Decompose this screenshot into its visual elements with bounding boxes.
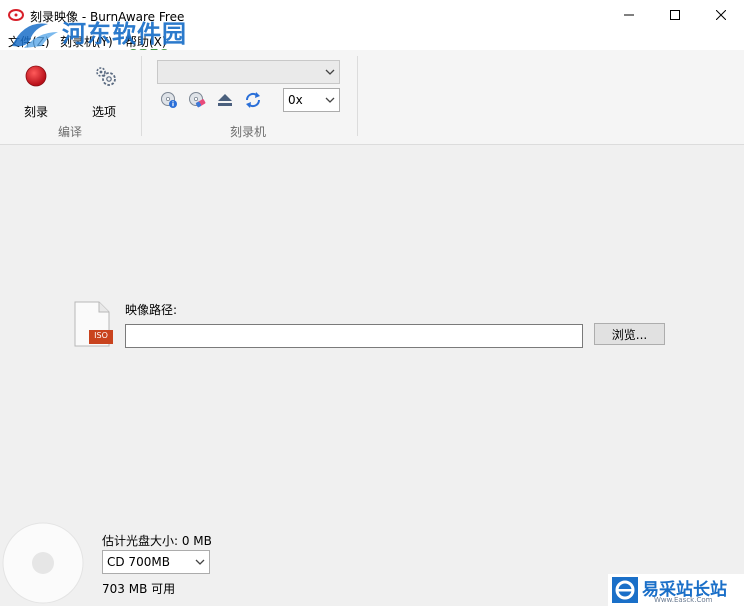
speed-select-value: 0x (288, 93, 303, 107)
minimize-icon (624, 14, 634, 16)
watermark-e-icon (612, 577, 638, 603)
chevron-down-icon (195, 559, 205, 565)
ribbon-separator (357, 56, 358, 136)
options-label: 选项 (92, 105, 117, 119)
browse-button[interactable]: 浏览... (594, 323, 665, 345)
minimize-button[interactable] (606, 0, 652, 30)
burn-button[interactable]: 刻录 (18, 60, 54, 119)
disc-type-select[interactable]: CD 700MB (102, 550, 210, 574)
options-button[interactable]: 选项 (88, 60, 124, 119)
erase-disc-icon[interactable] (188, 91, 206, 109)
close-button[interactable] (698, 0, 744, 30)
chevron-down-icon (325, 97, 335, 103)
watermark-logo-icon (12, 23, 58, 48)
iso-badge: ISO (94, 331, 108, 340)
drive-select[interactable] (157, 60, 340, 84)
close-icon (716, 10, 726, 20)
edit-group-label: 编译 (58, 125, 83, 139)
image-path-input[interactable] (125, 324, 583, 348)
ribbon-separator (141, 56, 142, 136)
image-path-label: 映像路径: (125, 303, 178, 317)
available-space-label: 703 MB 可用 (102, 582, 176, 596)
refresh-icon[interactable] (244, 91, 262, 109)
iso-file-icon (74, 301, 113, 347)
disc-type-value: CD 700MB (107, 555, 170, 569)
watermark-top-title: 河东软件园 (62, 20, 187, 48)
maximize-button[interactable] (652, 0, 698, 30)
speed-select[interactable]: 0x (283, 88, 340, 112)
gear-icon (96, 67, 116, 86)
disc-icon (2, 522, 84, 604)
eject-icon[interactable] (216, 91, 234, 109)
burn-icon (25, 65, 47, 87)
maximize-icon (670, 10, 680, 20)
browse-label: 浏览... (611, 327, 648, 342)
watermark-bottom-sub: Www.Easck.Com (654, 596, 713, 604)
disc-info-icon[interactable] (160, 91, 178, 109)
recorder-group-label: 刻录机 (230, 125, 267, 139)
estimated-size-label: 估计光盘大小: 0 MB (102, 534, 212, 548)
chevron-down-icon (325, 69, 335, 75)
burn-label: 刻录 (24, 105, 49, 119)
